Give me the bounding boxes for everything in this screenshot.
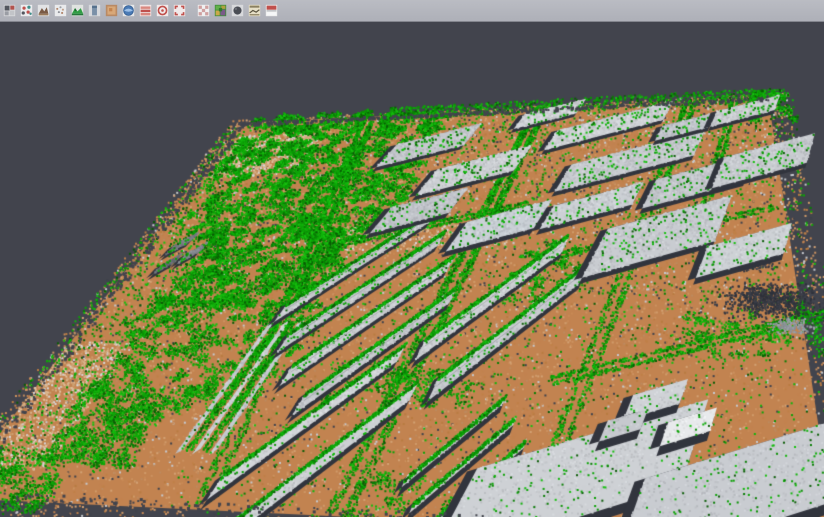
- tool-point-cloud-select-button[interactable]: [2, 3, 16, 19]
- toolbar-separator: [189, 3, 196, 19]
- main-toolbar: [0, 0, 824, 22]
- tool-terrain-button[interactable]: [36, 3, 50, 19]
- target-icon: [156, 4, 169, 17]
- red-layers-icon: [139, 4, 152, 17]
- tool-profile-button[interactable]: [247, 3, 261, 19]
- select-region-icon: [173, 4, 186, 17]
- tool-orthophoto-button[interactable]: [104, 3, 118, 19]
- sparse-points-icon: [54, 4, 67, 17]
- column-icon: [88, 4, 101, 17]
- tool-red-layers-button[interactable]: [138, 3, 152, 19]
- classification-map-icon: [214, 4, 227, 17]
- clipping-box-icon: [265, 4, 278, 17]
- dem-hill-icon: [71, 4, 84, 17]
- tool-target-button[interactable]: [155, 3, 169, 19]
- tool-select-region-button[interactable]: [172, 3, 186, 19]
- app-window: [0, 0, 824, 517]
- terrain-icon: [37, 4, 50, 17]
- tool-clipping-box-button[interactable]: [264, 3, 278, 19]
- tool-sparse-points-button[interactable]: [53, 3, 67, 19]
- orthophoto-icon: [105, 4, 118, 17]
- mesh-icon: [231, 4, 244, 17]
- profile-icon: [248, 4, 261, 17]
- tool-rgb-points-button[interactable]: [19, 3, 33, 19]
- tool-mesh-button[interactable]: [230, 3, 244, 19]
- globe-icon: [122, 4, 135, 17]
- tool-classification-map-button[interactable]: [213, 3, 227, 19]
- grid-icon: [197, 4, 210, 17]
- tool-dem-hill-button[interactable]: [70, 3, 84, 19]
- rgb-points-icon: [20, 4, 33, 17]
- point-cloud-select-icon: [3, 4, 16, 17]
- tool-column-button[interactable]: [87, 3, 101, 19]
- 3d-viewport[interactable]: [0, 0, 824, 517]
- tool-grid-button[interactable]: [196, 3, 210, 19]
- tool-globe-button[interactable]: [121, 3, 135, 19]
